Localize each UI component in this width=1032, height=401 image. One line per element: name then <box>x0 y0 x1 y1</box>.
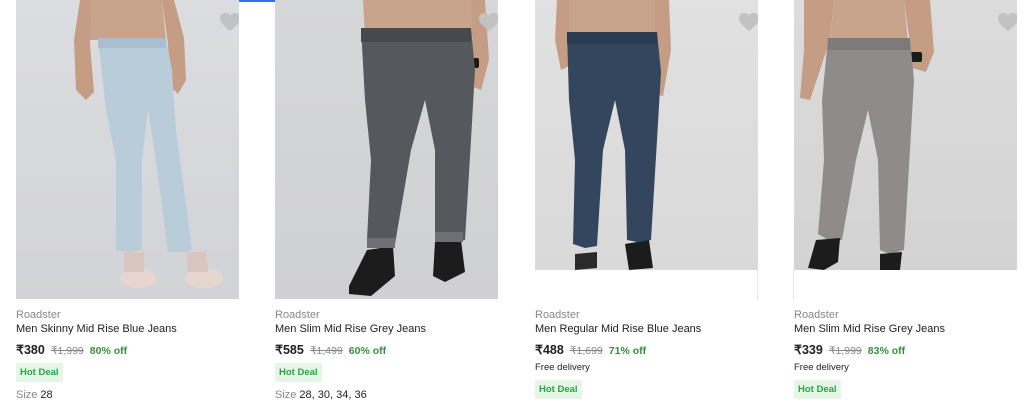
price-row: ₹585 ₹1,499 60% off <box>275 342 386 357</box>
price-row: ₹488 ₹1,699 71% off <box>535 342 646 357</box>
hot-deal-badge: Hot Deal <box>275 363 322 382</box>
heart-icon[interactable] <box>997 12 1017 32</box>
size-values: 28, 30, 34, 36 <box>299 389 367 401</box>
product-brand: Roadster <box>535 309 580 321</box>
jeans-dark-blue-image <box>555 0 671 270</box>
product-brand: Roadster <box>16 309 61 321</box>
product-title[interactable]: Men Slim Mid Rise Grey Jeans <box>275 323 426 335</box>
product-image[interactable] <box>535 0 758 270</box>
product-brand: Roadster <box>794 309 839 321</box>
product-mrp: ₹1,499 <box>309 345 343 357</box>
product-price: ₹488 <box>535 343 564 357</box>
product-image[interactable] <box>275 0 498 299</box>
hot-deal-badge: Hot Deal <box>794 380 841 399</box>
hot-deal-badge: Hot Deal <box>535 380 582 399</box>
product-card[interactable]: Roadster Men Slim Mid Rise Grey Jeans ₹5… <box>275 0 498 401</box>
product-brand: Roadster <box>275 309 320 321</box>
product-image[interactable] <box>794 0 1017 270</box>
size-label: Size <box>16 389 38 401</box>
price-row: ₹339 ₹1,999 83% off <box>794 342 905 357</box>
delivery-info: Free delivery <box>794 362 849 373</box>
size-info: Size 28 <box>16 389 53 401</box>
product-image[interactable] <box>16 0 239 299</box>
product-title[interactable]: Men Skinny Mid Rise Blue Jeans <box>16 323 177 335</box>
heart-icon[interactable] <box>738 12 758 32</box>
product-card[interactable]: Roadster Men Slim Mid Rise Grey Jeans ₹3… <box>794 0 1017 400</box>
heart-icon[interactable] <box>478 12 498 32</box>
product-card[interactable]: Roadster Men Skinny Mid Rise Blue Jeans … <box>16 0 239 401</box>
product-card[interactable]: Roadster Men Regular Mid Rise Blue Jeans… <box>535 0 758 400</box>
product-discount: 80% off <box>89 345 128 357</box>
product-mrp: ₹1,999 <box>828 345 862 357</box>
heart-icon[interactable] <box>219 12 239 32</box>
jeans-acid-grey-image <box>800 0 934 270</box>
size-values: 28 <box>40 389 53 401</box>
product-price: ₹339 <box>794 343 823 357</box>
product-discount: 83% off <box>867 345 906 357</box>
jeans-light-blue-image <box>74 0 223 288</box>
hot-deal-badge: Hot Deal <box>16 363 63 382</box>
product-price: ₹585 <box>275 343 304 357</box>
delivery-info: Free delivery <box>535 362 590 373</box>
product-title[interactable]: Men Regular Mid Rise Blue Jeans <box>535 323 701 335</box>
size-label: Size <box>275 389 297 401</box>
product-mrp: ₹1,699 <box>569 345 603 357</box>
size-info: Size 28, 30, 34, 36 <box>275 389 367 401</box>
product-title[interactable]: Men Slim Mid Rise Grey Jeans <box>794 323 945 335</box>
product-discount: 60% off <box>348 345 387 357</box>
product-price: ₹380 <box>16 343 45 357</box>
product-discount: 71% off <box>608 345 647 357</box>
product-mrp: ₹1,999 <box>50 345 84 357</box>
jeans-dark-grey-image <box>349 0 489 296</box>
price-row: ₹380 ₹1,999 80% off <box>16 342 127 357</box>
